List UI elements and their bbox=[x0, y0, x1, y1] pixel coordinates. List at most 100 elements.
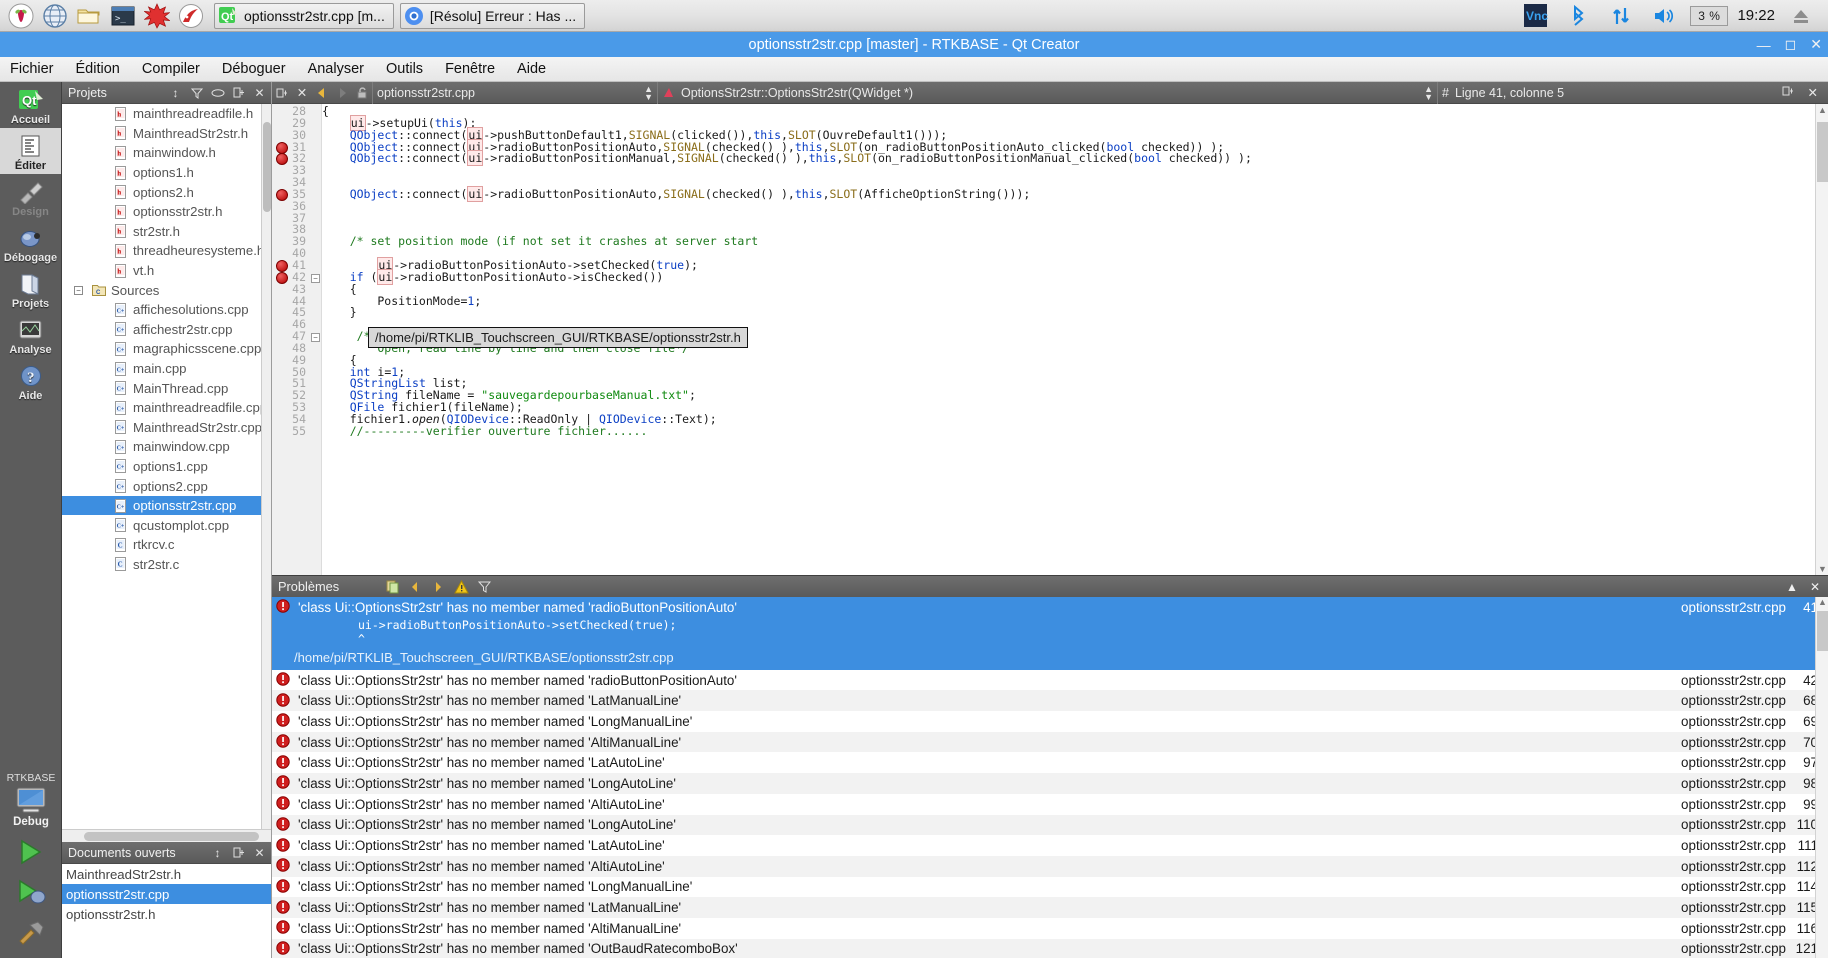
raspberry-menu-icon[interactable] bbox=[6, 1, 36, 31]
collapse-icon[interactable]: ▲ bbox=[1786, 580, 1798, 594]
mode-design[interactable]: Design bbox=[0, 174, 61, 220]
back-arrow-icon[interactable] bbox=[312, 83, 332, 103]
problem-row[interactable]: 'class Ui::OptionsStr2str' has no member… bbox=[272, 794, 1828, 815]
scroll-up-arrow-icon[interactable]: ▲ bbox=[1818, 105, 1827, 115]
split-icon[interactable] bbox=[272, 83, 292, 103]
tree-item[interactable]: C+ optionsstr2str.cpp bbox=[62, 495, 271, 516]
problems-vertical-scrollbar[interactable]: ▲ bbox=[1815, 597, 1828, 958]
wolfram-icon[interactable] bbox=[176, 1, 206, 31]
tree-item[interactable]: C+ options1.cpp bbox=[62, 457, 271, 477]
menu-outils[interactable]: Outils bbox=[386, 61, 423, 77]
tree-item[interactable]: C+ affichesolutions.cpp bbox=[62, 300, 271, 320]
tree-item[interactable]: C+ options2.cpp bbox=[62, 476, 271, 496]
open-document-item[interactable]: optionsstr2str.h bbox=[62, 904, 271, 924]
mode-editer[interactable]: Éditer bbox=[0, 128, 61, 174]
tree-item[interactable]: h threadheuresysteme.h bbox=[62, 241, 271, 261]
problem-row[interactable]: 'class Ui::OptionsStr2str' has no member… bbox=[272, 670, 1828, 691]
prev-issue-icon[interactable] bbox=[405, 577, 425, 597]
tree-item[interactable]: h mainwindow.h bbox=[62, 143, 271, 163]
menu-fenetre[interactable]: Fenêtre bbox=[445, 61, 495, 77]
tree-item[interactable]: C+ MainThread.cpp bbox=[62, 378, 271, 398]
open-document-item[interactable]: optionsstr2str.cpp bbox=[62, 884, 271, 904]
tree-item[interactable]: C+ qcustomplot.cpp bbox=[62, 515, 271, 535]
tree-item[interactable]: C+ main.cpp bbox=[62, 359, 271, 379]
forward-arrow-icon[interactable] bbox=[332, 83, 352, 103]
tree-item[interactable]: h mainthreadreadfile.h bbox=[62, 104, 271, 124]
menu-fichier[interactable]: Fichier bbox=[10, 61, 54, 77]
file-manager-icon[interactable] bbox=[74, 1, 104, 31]
tree-expander[interactable]: − bbox=[74, 285, 83, 295]
tree-item[interactable]: C+ mainthreadreadfile.cpp bbox=[62, 398, 271, 418]
mode-debogage[interactable]: Débogage bbox=[0, 220, 61, 266]
editor-vertical-scrollbar[interactable]: ▲ ▼ bbox=[1815, 104, 1828, 575]
run-debug-icon[interactable] bbox=[0, 872, 62, 912]
volume-icon[interactable] bbox=[1649, 1, 1679, 31]
lock-icon[interactable] bbox=[352, 83, 372, 103]
clock[interactable]: 19:22 bbox=[1737, 7, 1775, 24]
tree-vertical-scrollbar[interactable] bbox=[261, 104, 271, 829]
project-tree[interactable]: h mainthreadreadfile.h h MainthreadStr2str.… bbox=[62, 104, 271, 829]
tree-item[interactable]: C+ MainthreadStr2str.cpp bbox=[62, 418, 271, 438]
problem-row[interactable]: 'class Ui::OptionsStr2str' has no member… bbox=[272, 690, 1828, 712]
warning-filter-icon[interactable] bbox=[451, 577, 471, 597]
problem-row[interactable]: 'class Ui::OptionsStr2str' has no member… bbox=[272, 877, 1828, 898]
tree-item[interactable]: Crtkrcv.c bbox=[62, 535, 271, 555]
problem-row[interactable]: 'class Ui::OptionsStr2str' has no member… bbox=[272, 835, 1828, 856]
scroll-up-arrow-icon[interactable]: ▲ bbox=[1818, 597, 1827, 607]
tree-item[interactable]: Cstr2str.c bbox=[62, 555, 271, 575]
tree-item[interactable]: − C Sources bbox=[62, 280, 271, 300]
close-button[interactable]: ✕ bbox=[1810, 36, 1822, 53]
tree-item[interactable]: C+ mainwindow.cpp bbox=[62, 437, 271, 457]
open-document-item[interactable]: MainthreadStr2str.h bbox=[62, 864, 271, 884]
cpu-usage-indicator[interactable]: 3 % bbox=[1690, 5, 1729, 26]
tree-item[interactable]: h options1.h bbox=[62, 163, 271, 183]
mathematica-icon[interactable] bbox=[142, 1, 172, 31]
split-icon[interactable] bbox=[230, 844, 247, 861]
sort-icon[interactable]: ↕ bbox=[209, 844, 226, 861]
problem-row[interactable]: 'class Ui::OptionsStr2str' has no member… bbox=[272, 918, 1828, 939]
open-documents-list[interactable]: MainthreadStr2str.h optionsstr2str.cpp opt… bbox=[62, 864, 271, 958]
copy-issue-icon[interactable] bbox=[382, 577, 402, 597]
run-icon[interactable] bbox=[0, 832, 62, 872]
vnc-icon[interactable]: Vnc bbox=[1520, 1, 1550, 31]
problem-row[interactable]: 'class Ui::OptionsStr2str' has no member… bbox=[272, 711, 1828, 732]
problem-row[interactable]: 'class Ui::OptionsStr2str' has no member… bbox=[272, 938, 1828, 958]
close-editor-icon[interactable]: ✕ bbox=[1808, 85, 1818, 100]
tree-item[interactable]: C+ magraphicsscene.cpp bbox=[62, 339, 271, 359]
close-icon[interactable]: ✕ bbox=[251, 84, 268, 101]
minimize-button[interactable]: — bbox=[1757, 37, 1771, 53]
menu-aide[interactable]: Aide bbox=[517, 61, 546, 77]
filter-icon[interactable] bbox=[188, 84, 205, 101]
close-icon[interactable]: ✕ bbox=[251, 844, 268, 861]
problems-list[interactable]: 'class Ui::OptionsStr2str' has no member… bbox=[272, 597, 1828, 958]
close-icon[interactable]: ✕ bbox=[1810, 580, 1820, 594]
problem-row[interactable]: 'class Ui::OptionsStr2str' has no member… bbox=[272, 731, 1828, 753]
network-updown-icon[interactable] bbox=[1606, 1, 1636, 31]
web-browser-icon[interactable] bbox=[40, 1, 70, 31]
code-editor[interactable]: − − 28{ 29 ui->setupUi(this); 30 QObject:… bbox=[272, 104, 1828, 575]
tree-item[interactable]: h str2str.h bbox=[62, 222, 271, 242]
cursor-position[interactable]: # Ligne 41, colonne 5 ✕ bbox=[1437, 81, 1828, 104]
mode-analyse[interactable]: Analyse bbox=[0, 312, 61, 358]
problem-row[interactable]: 'class Ui::OptionsStr2str' has no member… bbox=[272, 855, 1828, 877]
terminal-icon[interactable]: >_ bbox=[108, 1, 138, 31]
tree-item[interactable]: h vt.h bbox=[62, 261, 271, 281]
tree-horizontal-scrollbar[interactable] bbox=[62, 829, 271, 842]
desktop-target-icon[interactable] bbox=[0, 786, 62, 816]
sync-selection-icon[interactable]: ↕ bbox=[167, 84, 184, 101]
mode-accueil[interactable]: Qt Accueil bbox=[0, 82, 61, 128]
split-icon[interactable] bbox=[230, 84, 247, 101]
link-icon[interactable] bbox=[209, 84, 226, 101]
close-icon[interactable]: ✕ bbox=[292, 83, 312, 103]
tree-item[interactable]: C+ affichestr2str.cpp bbox=[62, 320, 271, 340]
problem-row[interactable]: 'class Ui::OptionsStr2str' has no member… bbox=[272, 814, 1828, 836]
menu-compiler[interactable]: Compiler bbox=[142, 61, 200, 77]
scroll-down-arrow-icon[interactable]: ▼ bbox=[1818, 564, 1827, 574]
eject-icon[interactable] bbox=[1786, 1, 1816, 31]
taskbar-window-browser[interactable]: [Résolu] Erreur : Has ... bbox=[399, 2, 586, 29]
filter-icon[interactable] bbox=[474, 577, 494, 597]
problem-row[interactable]: 'class Ui::OptionsStr2str' has no member… bbox=[272, 752, 1828, 773]
menu-edition[interactable]: Édition bbox=[76, 61, 120, 77]
tree-item[interactable]: h MainthreadStr2str.h bbox=[62, 124, 271, 144]
split-editor-icon[interactable] bbox=[1782, 85, 1794, 100]
